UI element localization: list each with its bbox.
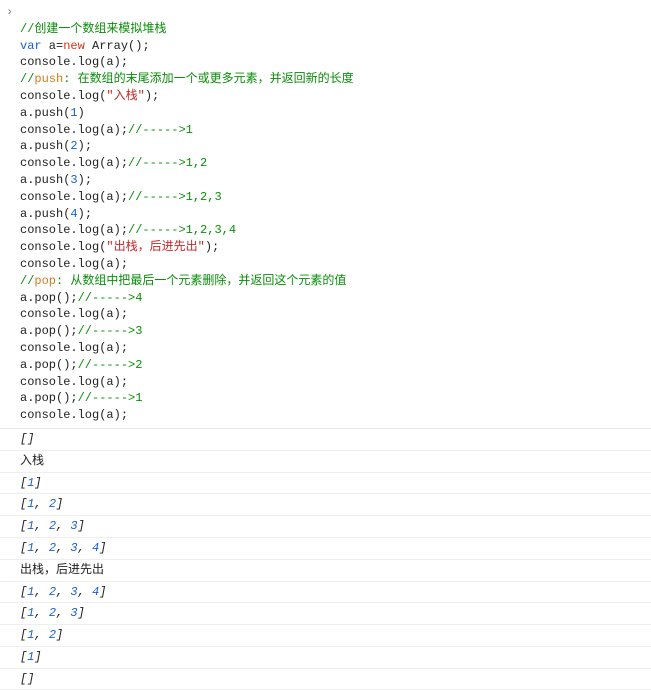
code-line: //----->1 bbox=[78, 391, 143, 405]
code-line: ); bbox=[78, 139, 92, 153]
code-line: : 在数组的末尾添加一个或更多元素，并返回新的长度 bbox=[63, 72, 353, 86]
console-output: [] bbox=[0, 669, 651, 690]
code-line: a.push( bbox=[20, 139, 70, 153]
code-line: ); bbox=[78, 173, 92, 187]
code-line: a.pop(); bbox=[20, 391, 78, 405]
code-line: Array(); bbox=[85, 39, 150, 53]
console-output: [1, 2] bbox=[0, 625, 651, 647]
code-line: a.push( bbox=[20, 106, 70, 120]
console-output: [1, 2, 3] bbox=[0, 603, 651, 625]
code-line: //----->1,2,3,4 bbox=[128, 223, 236, 237]
code-line: //----->1 bbox=[128, 123, 193, 137]
code-line: // bbox=[20, 274, 34, 288]
code-line: : 从数组中把最后一个元素删除，并返回这个元素的值 bbox=[56, 274, 346, 288]
console-output: [1, 2, 3] bbox=[0, 516, 651, 538]
code-line: console.log(a); bbox=[20, 156, 128, 170]
code-line: console.log(a); bbox=[20, 190, 128, 204]
code-line: console.log(a); bbox=[20, 341, 128, 355]
code-line: "入栈" bbox=[106, 89, 144, 103]
console-output: [1] bbox=[0, 647, 651, 669]
code-line: console.log(a); bbox=[20, 123, 128, 137]
code-line: console.log(a); bbox=[20, 408, 128, 422]
code-line: 2 bbox=[70, 139, 77, 153]
code-line: console.log(a); bbox=[20, 307, 128, 321]
code-line: pop bbox=[34, 274, 56, 288]
code-line: new bbox=[63, 39, 85, 53]
code-line: console.log( bbox=[20, 89, 106, 103]
code-line: console.log(a); bbox=[20, 55, 128, 69]
code-line: var bbox=[20, 39, 42, 53]
code-line: //----->4 bbox=[78, 291, 143, 305]
code-line: ) bbox=[78, 106, 85, 120]
input-caret: › bbox=[6, 4, 13, 21]
console-output: [1, 2, 3, 4] bbox=[0, 582, 651, 604]
code-line: console.log( bbox=[20, 240, 106, 254]
code-line: a.push( bbox=[20, 207, 70, 221]
code-line: //----->2 bbox=[78, 358, 143, 372]
code-line: a.push( bbox=[20, 173, 70, 187]
code-line: a.pop(); bbox=[20, 324, 78, 338]
code-line: //----->3 bbox=[78, 324, 143, 338]
console-output: 入栈 bbox=[0, 451, 651, 473]
code-line: "出栈，后进先出" bbox=[106, 240, 204, 254]
code-line: 1 bbox=[70, 106, 77, 120]
console-output: [1, 2] bbox=[0, 494, 651, 516]
code-line: //----->1,2 bbox=[128, 156, 207, 170]
code-line: push bbox=[34, 72, 63, 86]
console-output: [1] bbox=[0, 473, 651, 495]
code-input-block[interactable]: › //创建一个数组来模拟堆栈 var a=new Array(); consol… bbox=[0, 0, 651, 429]
code-line: console.log(a); bbox=[20, 223, 128, 237]
console-output: [] bbox=[0, 429, 651, 451]
code-line: ); bbox=[145, 89, 159, 103]
code-line: a.pop(); bbox=[20, 358, 78, 372]
code-line: ); bbox=[78, 207, 92, 221]
console-output: [1, 2, 3, 4] bbox=[0, 538, 651, 560]
code-line: //创建一个数组来模拟堆栈 bbox=[20, 22, 166, 36]
code-line: a= bbox=[42, 39, 64, 53]
code-line: //----->1,2,3 bbox=[128, 190, 222, 204]
code-line: 3 bbox=[70, 173, 77, 187]
code-line: a.pop(); bbox=[20, 291, 78, 305]
code-line: console.log(a); bbox=[20, 257, 128, 271]
code-line: 4 bbox=[70, 207, 77, 221]
code-line: console.log(a); bbox=[20, 375, 128, 389]
console-output: 出栈，后进先出 bbox=[0, 560, 651, 582]
code-line: // bbox=[20, 72, 34, 86]
code-line: ); bbox=[205, 240, 219, 254]
